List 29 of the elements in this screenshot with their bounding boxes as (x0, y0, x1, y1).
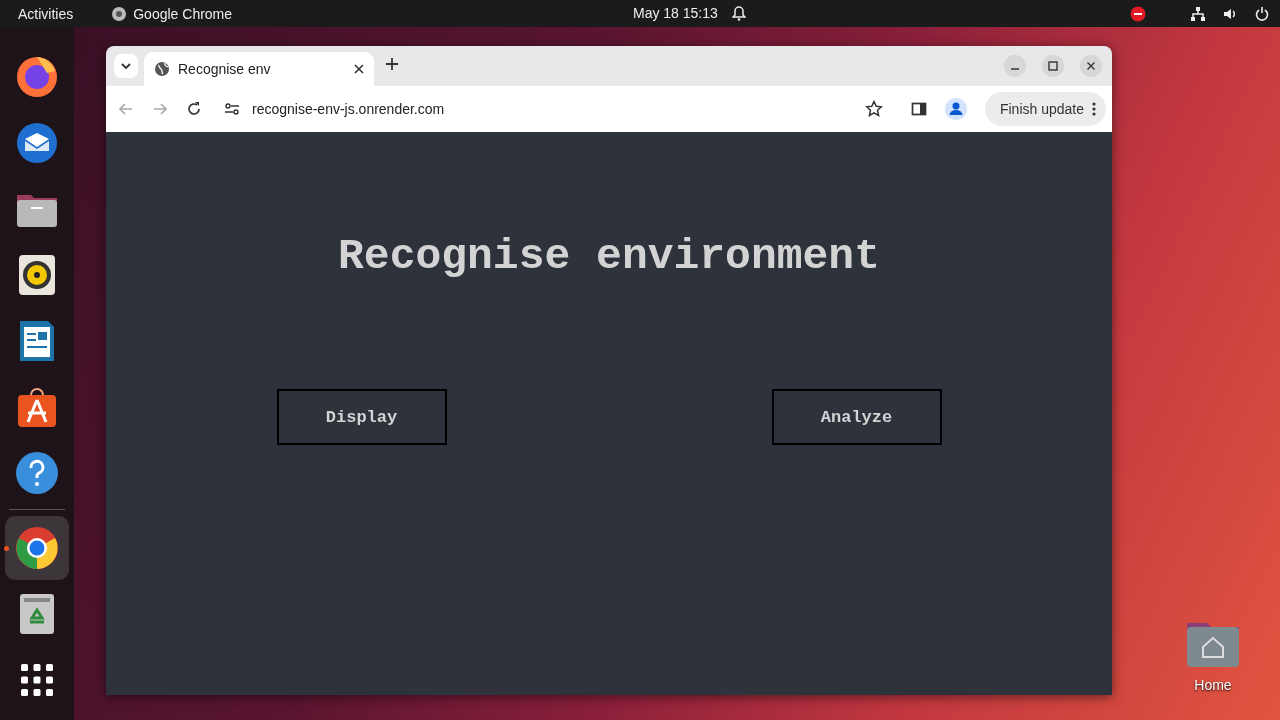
star-icon[interactable] (864, 100, 883, 118)
browser-tab[interactable]: Recognise env (144, 52, 374, 86)
do-not-disturb-icon (1130, 5, 1146, 22)
network-icon (1190, 5, 1206, 22)
globe-icon (154, 61, 170, 77)
power-icon (1254, 5, 1270, 22)
finish-update-button[interactable]: Finish update (984, 92, 1106, 126)
close-tab-icon[interactable] (354, 64, 364, 74)
plus-icon[interactable] (386, 58, 398, 70)
page-button[interactable]: Analyze (771, 389, 942, 445)
site-settings-icon[interactable] (224, 101, 240, 117)
tab-list-button[interactable] (114, 54, 138, 78)
reload-icon[interactable] (186, 101, 202, 117)
clock[interactable]: May 18 15:13 (633, 5, 718, 21)
activities-button[interactable]: Activities (18, 5, 74, 22)
running-indicator (4, 546, 9, 551)
firefox-icon[interactable] (15, 55, 59, 99)
bell-icon (731, 5, 746, 21)
more-icon (1092, 102, 1096, 116)
help-icon[interactable] (15, 451, 59, 495)
thunderbird-icon[interactable] (15, 121, 59, 165)
page-button[interactable]: Display (276, 389, 447, 445)
profile-icon[interactable] (944, 98, 967, 120)
side-panel-icon[interactable] (910, 101, 927, 117)
app-menu[interactable]: Google Chrome (133, 5, 233, 22)
page-heading: Recognise environment (338, 232, 880, 281)
chevron-down-icon (121, 63, 131, 69)
shopping-bag-icon[interactable] (15, 385, 59, 429)
home-label[interactable]: Home (1194, 677, 1232, 693)
